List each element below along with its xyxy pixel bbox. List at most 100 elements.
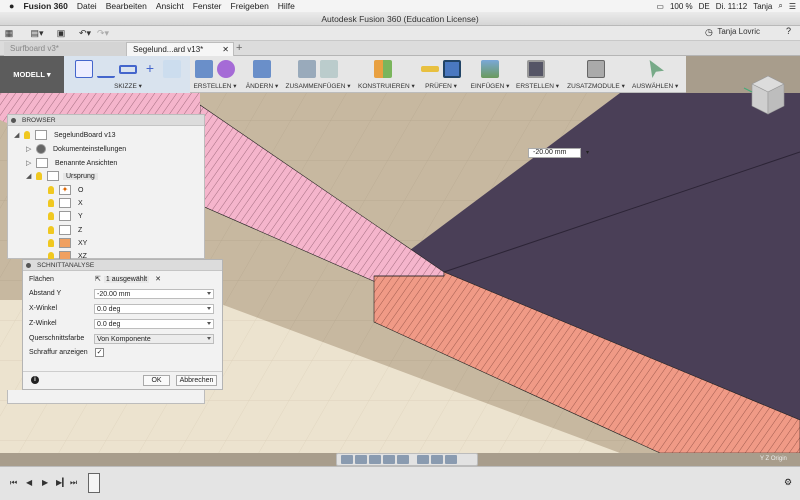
press-pull-icon[interactable] xyxy=(253,60,271,78)
apple-menu-icon[interactable]: ● xyxy=(9,1,14,11)
account-user[interactable]: Tanja Lovric xyxy=(717,27,760,36)
last-step-icon[interactable]: ⏭ xyxy=(70,478,77,488)
project-icon[interactable] xyxy=(163,60,181,78)
rectangle-icon[interactable] xyxy=(119,64,137,74)
visibility-bulb-icon[interactable] xyxy=(48,186,54,194)
group-erstellen2[interactable]: ERSTELLEN ▾ xyxy=(516,58,559,91)
menu-ansicht[interactable]: Ansicht xyxy=(156,1,184,11)
redo-icon[interactable]: ↷▾ xyxy=(94,27,112,40)
form-icon[interactable] xyxy=(217,60,235,78)
menu-app[interactable]: Fusion 360 xyxy=(23,1,67,11)
faces-selection[interactable]: ⇱ 1 ausgewählt ✕ xyxy=(95,275,161,283)
viewports-icon[interactable] xyxy=(445,455,457,464)
tab-segelund[interactable]: Segelund...ard v13* ✕ xyxy=(126,42,234,56)
dialog-header[interactable]: SCHNITTANALYSE xyxy=(23,260,222,271)
orbit-icon[interactable] xyxy=(341,455,353,464)
chevron-down-icon[interactable] xyxy=(207,337,211,340)
group-aendern[interactable]: ÄNDERN ▾ xyxy=(242,58,282,91)
visibility-bulb-icon[interactable] xyxy=(48,212,54,220)
close-icon[interactable]: ✕ xyxy=(222,43,229,57)
render-icon[interactable] xyxy=(527,60,545,78)
search-icon[interactable]: ⌕ xyxy=(778,1,782,11)
viewcube[interactable] xyxy=(740,70,790,124)
group-zusatzmodule[interactable]: ZUSATZMODULE ▾ xyxy=(566,58,626,91)
visibility-bulb-icon[interactable] xyxy=(48,226,54,234)
browser-item-ursprung[interactable]: ◢ Ursprung xyxy=(26,170,98,182)
battery-icon[interactable]: ▭ xyxy=(656,2,664,11)
browser-header[interactable]: BROWSER xyxy=(8,115,204,126)
display-mode-icon[interactable] xyxy=(417,455,429,464)
measure-icon[interactable] xyxy=(421,66,439,72)
next-step-icon[interactable]: ▶▎ xyxy=(56,478,68,487)
dimension-input[interactable]: -20.00 mm ▾ xyxy=(528,148,589,158)
browser-item-root[interactable]: ◢ SegelundBoard v13 xyxy=(14,129,119,141)
info-icon[interactable]: i xyxy=(31,376,39,384)
select-arrow-icon[interactable] xyxy=(649,60,664,78)
group-erstellen[interactable]: ERSTELLEN ▾ xyxy=(193,58,237,91)
collapse-icon[interactable] xyxy=(11,118,16,123)
menu-datei[interactable]: Datei xyxy=(77,1,97,11)
zoom-icon[interactable] xyxy=(383,455,395,464)
timeline-feature-marker[interactable] xyxy=(88,473,100,493)
clock-icon[interactable]: ◷ xyxy=(705,27,713,38)
help-icon[interactable]: ? xyxy=(786,26,791,36)
browser-item-x-axis[interactable]: X xyxy=(48,197,86,209)
menu-fenster[interactable]: Fenster xyxy=(193,1,222,11)
image-icon[interactable] xyxy=(481,60,499,78)
fit-icon[interactable] xyxy=(397,455,409,464)
chevron-down-icon[interactable] xyxy=(207,307,211,310)
chevron-down-icon[interactable]: ▾ xyxy=(586,149,589,157)
file-icon[interactable]: ▤▾ xyxy=(28,27,46,40)
line-icon[interactable] xyxy=(97,60,115,78)
browser-item-origin-point[interactable]: ✦ O xyxy=(48,184,86,196)
cross-icon[interactable]: + xyxy=(141,60,159,78)
grid-settings-icon[interactable] xyxy=(431,455,443,464)
new-tab-button[interactable]: + xyxy=(236,42,242,54)
abstand-input[interactable]: -20.00 mm xyxy=(94,289,214,299)
ok-button[interactable]: OK xyxy=(143,375,170,386)
as-built-joint-icon[interactable] xyxy=(320,60,338,78)
visibility-bulb-icon[interactable] xyxy=(24,131,30,139)
section-analysis-icon[interactable] xyxy=(443,60,461,78)
menu-freigeben[interactable]: Freigeben xyxy=(231,1,269,11)
visibility-bulb-icon[interactable] xyxy=(48,239,54,247)
box-icon[interactable] xyxy=(195,60,213,78)
undo-icon[interactable]: ↶▾ xyxy=(76,27,94,40)
group-auswaehlen[interactable]: AUSWÄHLEN ▾ xyxy=(632,58,678,91)
cancel-button[interactable]: Abbrechen xyxy=(176,375,217,386)
schraffur-checkbox[interactable]: ✓ xyxy=(95,348,104,357)
previous-step-icon[interactable]: ◀ xyxy=(26,478,32,487)
xwinkel-input[interactable]: 0.0 deg xyxy=(94,304,214,314)
browser-item-xy-plane[interactable]: XY xyxy=(48,237,90,249)
visibility-bulb-icon[interactable] xyxy=(36,172,42,180)
group-pruefen[interactable]: PRÜFEN ▾ xyxy=(417,58,465,91)
zwinkel-input[interactable]: 0.0 deg xyxy=(94,319,214,329)
expand-triangle-icon[interactable]: ◢ xyxy=(26,172,33,180)
expand-triangle-icon[interactable]: ▷ xyxy=(26,159,33,167)
visibility-bulb-icon[interactable] xyxy=(48,199,54,207)
collapse-icon[interactable] xyxy=(26,263,31,268)
look-at-icon[interactable] xyxy=(355,455,367,464)
tab-surfboard[interactable]: Surfboard v3* xyxy=(4,42,126,56)
farbe-select[interactable]: Von Komponente xyxy=(94,334,214,344)
timeline-settings-icon[interactable]: ⚙ xyxy=(784,477,792,488)
browser-item-z-axis[interactable]: Z xyxy=(48,224,85,236)
joint-icon[interactable] xyxy=(298,60,316,78)
clear-selection-icon[interactable]: ✕ xyxy=(155,275,161,283)
sketch-pencil-icon[interactable] xyxy=(75,60,93,78)
browser-item-benannte-ansichten[interactable]: ▷ Benannte Ansichten xyxy=(26,157,120,169)
pan-hand-icon[interactable] xyxy=(369,455,381,464)
expand-triangle-icon[interactable]: ◢ xyxy=(14,131,21,139)
grid-menu-icon[interactable]: ▦ xyxy=(0,27,18,40)
menu-hilfe[interactable]: Hilfe xyxy=(278,1,295,11)
chevron-down-icon[interactable] xyxy=(207,322,211,325)
browser-item-dokumenteinstellungen[interactable]: ▷ Dokumenteinstellungen xyxy=(26,143,129,155)
group-skizze[interactable]: + SKIZZE ▾ xyxy=(66,58,190,91)
save-icon[interactable]: ▣ xyxy=(52,27,70,40)
group-konstruieren[interactable]: KONSTRUIEREN ▾ xyxy=(358,58,415,91)
plane-icon[interactable] xyxy=(374,60,392,78)
play-icon[interactable]: ▶ xyxy=(42,478,48,487)
input-flag[interactable]: DE xyxy=(699,2,710,11)
group-zusammenfuegen[interactable]: ZUSAMMENFÜGEN ▾ xyxy=(285,58,351,91)
user-menu[interactable]: Tanja xyxy=(753,2,772,11)
